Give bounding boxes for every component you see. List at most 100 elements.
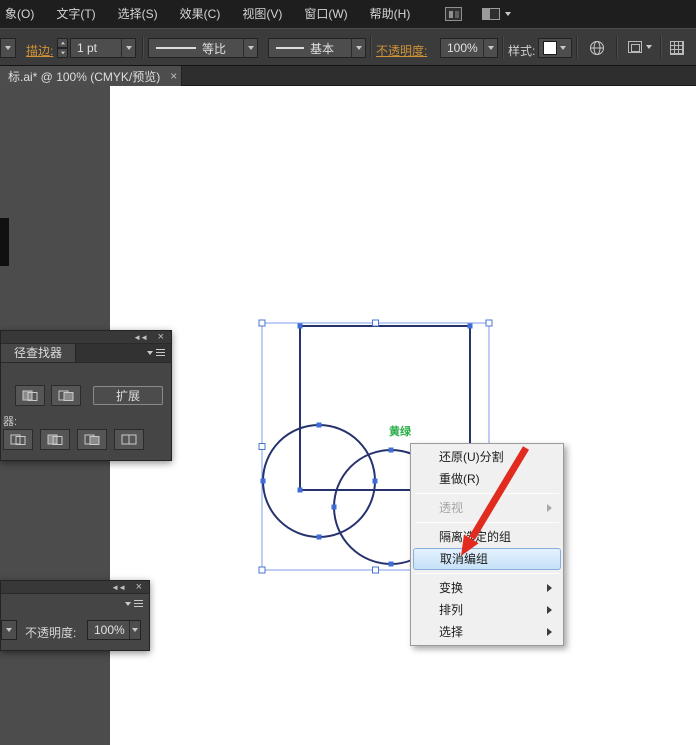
stepper-down-icon[interactable]	[57, 48, 68, 58]
pathfinder-button-3[interactable]	[77, 429, 107, 450]
menu-item-ungroup[interactable]: 取消编组	[413, 548, 561, 570]
dropdown-arrow-icon	[2, 621, 16, 639]
menu-item-redo[interactable]: 重做(R)	[413, 468, 561, 490]
menubar-icons	[445, 7, 511, 21]
menu-item-perspective: 透视	[413, 497, 561, 519]
panel-tab-row: 径查找器	[1, 344, 171, 363]
menu-item-label: 变换	[439, 581, 463, 595]
brush-definition-combo[interactable]: 基本	[268, 38, 366, 58]
tab-close-icon[interactable]: ×	[170, 70, 177, 82]
menu-type[interactable]: 文字(T)	[45, 0, 106, 28]
arrange-documents-icon[interactable]	[482, 8, 511, 20]
expand-button[interactable]: 扩展	[93, 386, 163, 405]
menu-item-label: 隔离选定的组	[439, 530, 511, 544]
pathfinder-tab[interactable]: 径查找器	[1, 344, 76, 362]
width-profile-combo[interactable]: 等比	[148, 38, 258, 58]
submenu-arrow-icon	[547, 504, 552, 512]
menu-window[interactable]: 窗口(W)	[293, 0, 358, 28]
menu-item-isolate-group[interactable]: 隔离选定的组	[413, 526, 561, 548]
collapse-panel-icon[interactable]: ◄◄	[133, 332, 147, 343]
globe-icon[interactable]	[589, 40, 605, 59]
menu-item-label: 排列	[439, 603, 463, 617]
width-profile-value: 等比	[196, 40, 243, 57]
menu-lines-icon	[134, 600, 143, 607]
pathfinder-panel: ◄◄ × 径查找器 扩展 器:	[0, 330, 172, 461]
panel-menu-icon[interactable]	[147, 349, 165, 356]
stroke-weight-value: 1 pt	[71, 41, 121, 55]
context-menu: 还原(U)分割 重做(R) 透视 隔离选定的组 取消编组 变换 排列 选择	[410, 443, 564, 646]
divider	[660, 36, 661, 58]
left-combo-stub[interactable]	[0, 38, 16, 58]
blend-mode-combo-stub[interactable]	[1, 620, 17, 640]
pathfinder-button-1[interactable]	[3, 429, 33, 450]
divider	[616, 36, 617, 58]
dropdown-arrow-icon[interactable]	[243, 39, 257, 57]
illustrator-window: 象(O) 文字(T) 选择(S) 效果(C) 视图(V) 窗口(W) 帮助(H)…	[0, 0, 696, 745]
smart-guide-label: 黄绿	[389, 423, 411, 439]
transparency-panel: ◄◄ × 不透明度: 100%	[0, 580, 150, 651]
stroke-weight-combo[interactable]: 1 pt	[70, 38, 136, 58]
stroke-link[interactable]: 描边:	[26, 42, 53, 59]
brush-stroke-icon	[276, 47, 304, 49]
menu-help[interactable]: 帮助(H)	[359, 0, 422, 28]
menu-item-label: 重做(R)	[439, 472, 480, 486]
submenu-arrow-icon	[547, 606, 552, 614]
menu-item-select[interactable]: 选择	[413, 621, 561, 643]
pathfinder-button-2[interactable]	[40, 429, 70, 450]
divider	[576, 36, 577, 58]
circle-path-1	[263, 425, 375, 537]
dropdown-arrow-icon[interactable]	[351, 39, 365, 57]
stroke-weight-stepper[interactable]	[57, 38, 68, 58]
menu-separator	[415, 493, 559, 494]
close-panel-icon[interactable]: ×	[136, 582, 141, 593]
menu-item-undo-divide[interactable]: 还原(U)分割	[413, 446, 561, 468]
shape-mode-button-1[interactable]	[15, 385, 45, 406]
menu-item-label: 还原(U)分割	[439, 450, 504, 464]
chevron-down-icon	[147, 351, 153, 355]
menu-item-arrange[interactable]: 排列	[413, 599, 561, 621]
chevron-down-icon	[646, 45, 652, 49]
chevron-down-icon	[505, 12, 511, 16]
shape-mode-button-2[interactable]	[51, 385, 81, 406]
control-bar: 描边: 1 pt 等比 基本 不透明度: 100% 样式:	[0, 28, 696, 66]
divider	[502, 36, 503, 58]
close-panel-icon[interactable]: ×	[158, 332, 163, 343]
menu-view[interactable]: 视图(V)	[231, 0, 293, 28]
pathfinder-label-fragment: 器:	[3, 413, 17, 429]
stroke-profile-icon	[156, 47, 196, 49]
dropdown-arrow-icon[interactable]	[121, 39, 135, 57]
opacity-link[interactable]: 不透明度:	[376, 42, 427, 59]
pathfinder-body: 扩展 器:	[1, 363, 171, 460]
transparency-opacity-label: 不透明度:	[25, 624, 76, 641]
transparency-body: 不透明度: 100%	[1, 594, 149, 650]
submenu-arrow-icon	[547, 584, 552, 592]
style-swatch-combo[interactable]	[538, 38, 572, 58]
submenu-arrow-icon	[547, 628, 552, 636]
document-tab[interactable]: 标.ai* @ 100% (CMYK/预览) ×	[0, 66, 182, 86]
menu-separator	[415, 522, 559, 523]
menu-separator	[415, 573, 559, 574]
dropdown-arrow-icon[interactable]	[483, 39, 497, 57]
dropdown-arrow-icon[interactable]	[557, 39, 569, 57]
dropdown-arrow-icon[interactable]	[129, 621, 140, 639]
chevron-down-icon	[125, 602, 131, 606]
bridge-icon[interactable]	[445, 7, 462, 21]
opacity-combo[interactable]: 100%	[440, 38, 498, 58]
dropdown-arrow-icon	[1, 39, 15, 57]
menu-item-transform[interactable]: 变换	[413, 577, 561, 599]
grid-icon[interactable]	[670, 41, 684, 55]
panel-header: ◄◄ ×	[1, 331, 171, 344]
style-label: 样式:	[508, 42, 535, 59]
document-layout-icon	[482, 8, 500, 20]
menu-object[interactable]: 象(O)	[0, 0, 45, 28]
select-similar-combo[interactable]	[628, 41, 652, 53]
menu-effect[interactable]: 效果(C)	[169, 0, 232, 28]
transparency-opacity-value: 100%	[88, 623, 129, 637]
collapse-panel-icon[interactable]: ◄◄	[111, 582, 125, 593]
pathfinder-button-4[interactable]	[114, 429, 144, 450]
stepper-up-icon[interactable]	[57, 38, 68, 48]
menu-lines-icon	[156, 349, 165, 356]
transparency-opacity-combo[interactable]: 100%	[87, 620, 141, 640]
menu-select[interactable]: 选择(S)	[107, 0, 169, 28]
panel-menu-icon[interactable]	[125, 600, 143, 607]
